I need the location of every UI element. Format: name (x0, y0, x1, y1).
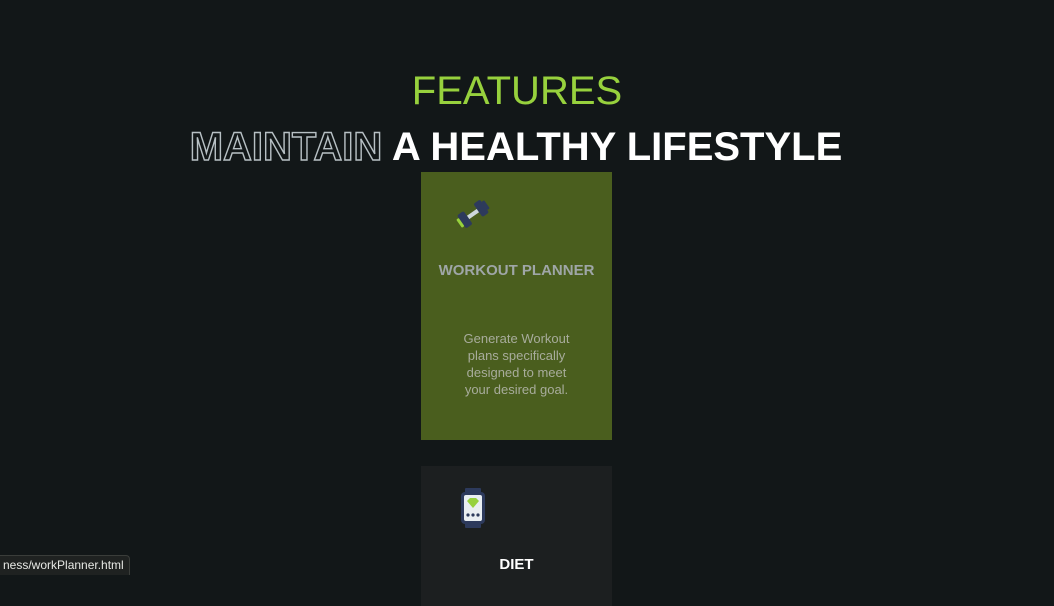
section-label: FEATURES (411, 69, 623, 114)
page-headline: MAINTAIN A HEALTHY LIFESTYLE (0, 123, 1032, 171)
dumbbell-icon (453, 194, 493, 234)
diet-card[interactable]: DIET (421, 466, 612, 606)
card-description: Generate Workout plans specifically desi… (463, 331, 570, 397)
workout-planner-card[interactable]: WORKOUT PLANNER Generate Workout plans s… (421, 172, 612, 440)
card-title: WORKOUT PLANNER (438, 262, 595, 279)
link-status-bar: ness/workPlanner.html (0, 555, 130, 575)
headline-rest: A HEALTHY LIFESTYLE (382, 124, 843, 169)
smartwatch-icon (453, 488, 493, 528)
headline-outline-word: MAINTAIN (189, 124, 383, 169)
card-title: DIET (499, 556, 534, 573)
